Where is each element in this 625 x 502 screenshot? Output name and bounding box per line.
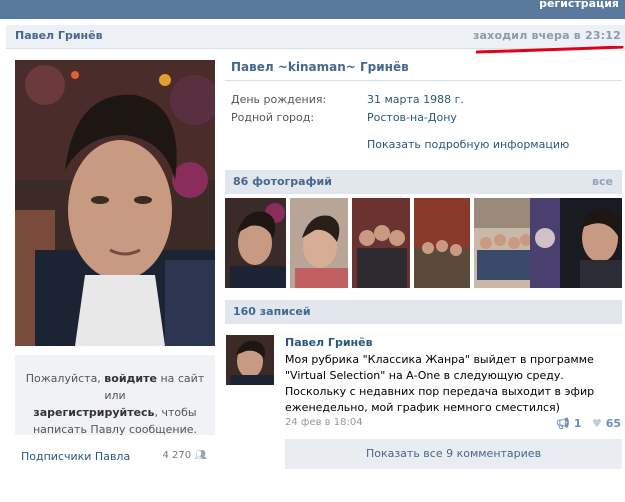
page-title: Павел Гринёв xyxy=(15,29,103,42)
hometown-label: Родной город: xyxy=(231,111,315,124)
photos-section-header[interactable]: 86 фотографий все xyxy=(225,170,622,194)
repost-button[interactable]: 📢︎ 1 xyxy=(556,417,581,430)
like-count: 65 xyxy=(605,417,622,430)
followers-row[interactable]: Подписчики Павла 4 270 👥︎ xyxy=(15,448,215,464)
followers-count: 4 270 👥︎ xyxy=(162,450,207,461)
birthday-value[interactable]: 31 марта 1988 г. xyxy=(367,93,464,106)
divider xyxy=(225,80,622,81)
register-link[interactable]: регистрация xyxy=(539,0,619,9)
post-text: Моя рубрика "Классика Жанра" выйдет в пр… xyxy=(285,353,595,414)
wall-section-header[interactable]: 160 записей xyxy=(225,300,622,324)
show-comments-button[interactable]: Показать все 9 комментариев xyxy=(285,439,622,469)
register-prompt-link[interactable]: зарегистрируйтесь xyxy=(33,406,154,419)
photo-thumbnail[interactable] xyxy=(225,198,286,288)
last-seen-status: заходил вчера в 23:12 xyxy=(472,29,621,42)
photo-strip xyxy=(225,198,625,288)
photo-thumbnail[interactable] xyxy=(352,198,410,288)
photo-thumbnail[interactable] xyxy=(530,198,622,288)
repost-count: 1 xyxy=(573,417,582,430)
photo-thumbnail[interactable] xyxy=(474,198,535,288)
post-author-name[interactable]: Павел Гринёв xyxy=(285,336,373,349)
heart-icon: ♥ xyxy=(592,417,602,430)
photo-thumbnail[interactable] xyxy=(290,198,348,288)
profile-photo[interactable] xyxy=(15,60,215,346)
post-author-avatar[interactable] xyxy=(226,335,274,385)
red-underline-annotation xyxy=(476,46,624,54)
login-link[interactable]: войдите xyxy=(104,372,157,385)
photos-all-link[interactable]: все xyxy=(592,175,613,188)
post-date[interactable]: 24 фев в 18:04 xyxy=(285,417,363,428)
photo-thumbnail[interactable] xyxy=(414,198,470,288)
login-prompt-text: написать Павлу сообщение. xyxy=(32,423,197,436)
photos-title[interactable]: 86 фотографий xyxy=(233,175,332,188)
birthday-label: День рождения: xyxy=(231,93,327,106)
megaphone-icon: 📢︎ xyxy=(556,417,570,430)
profile-full-name: Павел ~kinaman~ Гринёв xyxy=(231,60,409,74)
like-button[interactable]: ♥ 65 xyxy=(592,417,621,430)
show-more-info-link[interactable]: Показать подробную информацию xyxy=(367,138,569,151)
login-prompt-text: Пожалуйста, xyxy=(25,372,105,385)
followers-label[interactable]: Подписчики Павла xyxy=(21,450,130,463)
hometown-value[interactable]: Ростов-на-Дону xyxy=(367,111,457,124)
people-icon: 👥︎ xyxy=(194,450,207,461)
top-bar: регистрация xyxy=(0,0,625,19)
login-prompt: Пожалуйста, войдите на сайт или зарегист… xyxy=(15,355,215,436)
wall-title[interactable]: 160 записей xyxy=(233,305,311,318)
login-prompt-text: , чтобы xyxy=(154,406,197,419)
